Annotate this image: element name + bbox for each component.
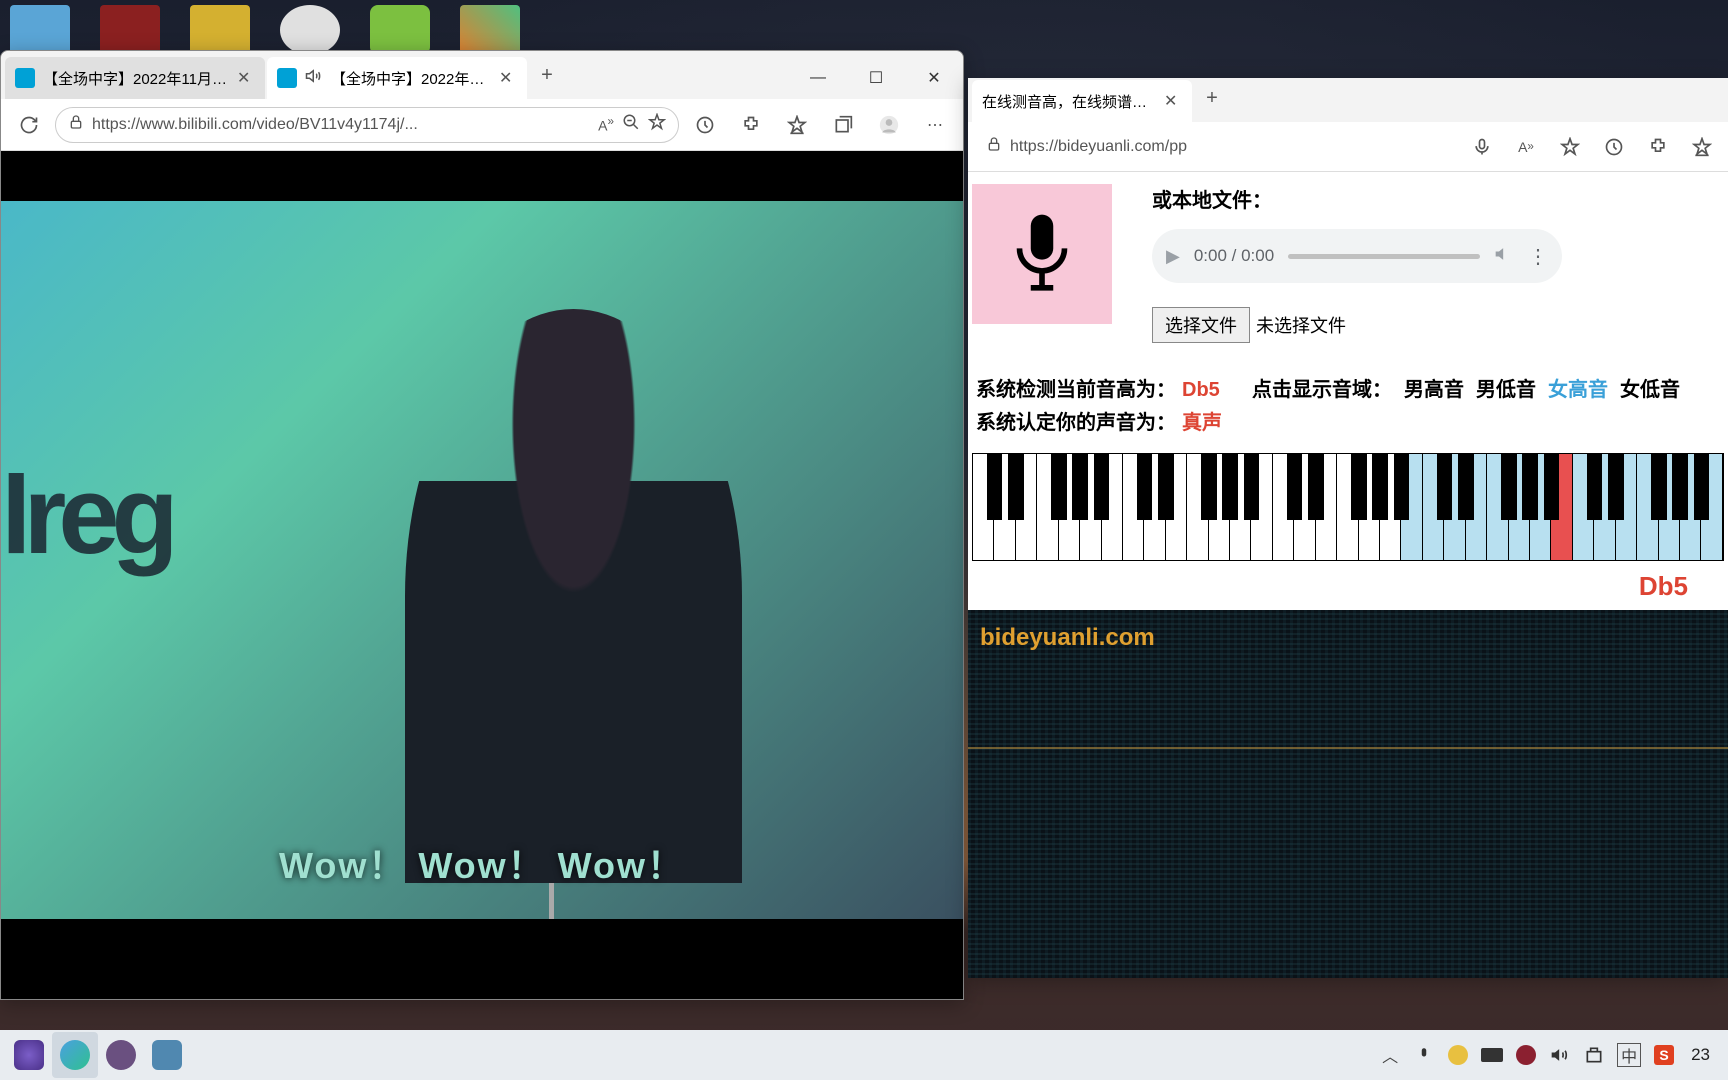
browser-tab-active[interactable]: 在线测音高，在线频谱图， ✕ — [972, 80, 1192, 122]
choose-file-button[interactable]: 选择文件 — [1152, 307, 1250, 343]
audio-playing-icon[interactable] — [305, 67, 323, 89]
profile-icon[interactable] — [869, 105, 909, 145]
desktop-icons-top — [0, 5, 520, 55]
browser-tab-active[interactable]: 【全场中字】2022年11月12… ✕ — [267, 57, 527, 99]
close-tab-icon[interactable]: ✕ — [1164, 91, 1182, 111]
detect-pitch-label: 系统检测当前音高为： — [976, 379, 1176, 401]
video-player[interactable]: lreg Wow！ Wow！ Wow！ — [1, 201, 963, 919]
minimize-button[interactable]: — — [789, 57, 847, 99]
titlebar: 【全场中字】2022年11月12日六… ✕ 【全场中字】2022年11月12… … — [1, 51, 963, 99]
tray-ime-icon[interactable]: 中 — [1617, 1043, 1641, 1067]
range-option[interactable]: 男低音 — [1476, 373, 1536, 402]
bilibili-favicon — [15, 68, 35, 88]
taskbar-app[interactable] — [98, 1032, 144, 1078]
audio-time: 0:00 / 0:00 — [1194, 246, 1274, 266]
extensions-icon[interactable] — [1638, 127, 1678, 167]
lock-icon — [68, 114, 84, 135]
favorite-icon[interactable] — [1550, 127, 1590, 167]
address-bar[interactable]: https://www.bilibili.com/video/BV11v4y11… — [55, 107, 679, 143]
url-text: https://www.bilibili.com/video/BV11v4y11… — [92, 116, 590, 134]
video-subtitle: Wow！ Wow！ Wow！ — [1, 837, 963, 889]
titlebar: 在线测音高，在线频谱图， ✕ + — [968, 78, 1728, 122]
bilibili-favicon — [277, 68, 297, 88]
play-button[interactable]: ▶ — [1166, 246, 1180, 267]
close-window-button[interactable]: ✕ — [905, 57, 963, 99]
range-option[interactable]: 男高音 — [1404, 373, 1464, 402]
stage-backdrop-text: lreg — [1, 452, 171, 579]
spectrogram: bideyuanli.com — [968, 610, 1728, 978]
range-option[interactable]: 女低音 — [1620, 373, 1680, 402]
piano-keyboard[interactable] — [972, 453, 1724, 561]
tray-volume-icon[interactable] — [1549, 1044, 1571, 1066]
spectrogram-brand: bideyuanli.com — [980, 624, 1155, 652]
volume-icon[interactable] — [1494, 244, 1514, 269]
range-option-selected[interactable]: 女高音 — [1548, 373, 1608, 402]
url-text: https://bideyuanli.com/pp — [1010, 138, 1446, 156]
close-tab-icon[interactable]: ✕ — [237, 68, 255, 88]
extensions-icon[interactable] — [731, 105, 771, 145]
taskbar-app-edge[interactable] — [52, 1032, 98, 1078]
tray-network-icon[interactable] — [1583, 1044, 1605, 1066]
tray-sogou-icon[interactable]: S — [1653, 1044, 1675, 1066]
desktop-icon[interactable] — [280, 5, 340, 55]
detect-pitch-value: Db5 — [1182, 379, 1220, 401]
start-button[interactable] — [6, 1032, 52, 1078]
desktop-icon[interactable] — [190, 5, 250, 55]
browser-window-right: 在线测音高，在线频谱图， ✕ + https://bideyuanli.com/… — [968, 78, 1728, 978]
page-content: 或本地文件： ▶ 0:00 / 0:00 ⋮ 选择文件 未选择文件 系统检测当前… — [968, 172, 1728, 978]
address-bar[interactable]: https://bideyuanli.com/pp — [974, 129, 1458, 165]
maximize-button[interactable]: ☐ — [847, 57, 905, 99]
local-file-label: 或本地文件： — [1152, 184, 1728, 213]
tray-mic-icon[interactable] — [1413, 1044, 1435, 1066]
tray-chevron-icon[interactable]: ︿ — [1379, 1044, 1401, 1066]
menu-button[interactable]: ⋯ — [915, 105, 955, 145]
detect-voice-label: 系统认定你的声音为： — [976, 412, 1176, 434]
audio-player[interactable]: ▶ 0:00 / 0:00 ⋮ — [1152, 229, 1562, 283]
microphone-input-button[interactable] — [972, 184, 1112, 324]
browser-tab[interactable]: 【全场中字】2022年11月12日六… ✕ — [5, 57, 265, 99]
desktop-icon[interactable] — [460, 5, 520, 55]
tab-title: 在线测音高，在线频谱图， — [982, 91, 1156, 112]
tab-title: 【全场中字】2022年11月12日六… — [43, 68, 229, 89]
system-tray: ︿ 中 S 23 — [1379, 1043, 1722, 1067]
reader-mode-icon[interactable]: A» — [1506, 127, 1546, 167]
favorites-bar-icon[interactable] — [1682, 127, 1722, 167]
voice-search-icon[interactable] — [1462, 127, 1502, 167]
close-tab-icon[interactable]: ✕ — [499, 68, 517, 88]
browser-window-left: 【全场中字】2022年11月12日六… ✕ 【全场中字】2022年11月12… … — [0, 50, 964, 1000]
lock-icon — [986, 136, 1002, 157]
tray-battery-icon[interactable] — [1481, 1044, 1503, 1066]
address-bar-row: https://www.bilibili.com/video/BV11v4y11… — [1, 99, 963, 151]
audio-menu-icon[interactable]: ⋮ — [1528, 244, 1548, 269]
toolbar-icon[interactable] — [685, 105, 725, 145]
favorites-bar-icon[interactable] — [777, 105, 817, 145]
tray-app-icon[interactable] — [1515, 1044, 1537, 1066]
desktop-icon[interactable] — [10, 5, 70, 55]
range-label: 点击显示音域： — [1252, 373, 1392, 402]
video-content: lreg Wow！ Wow！ Wow！ — [1, 151, 963, 999]
detect-voice-value: 真声 — [1182, 412, 1222, 434]
zoom-icon[interactable] — [622, 113, 640, 136]
new-tab-button[interactable]: + — [529, 57, 565, 93]
toolbar-icon[interactable] — [1594, 127, 1634, 167]
tab-title: 【全场中字】2022年11月12… — [331, 68, 491, 89]
collections-icon[interactable] — [823, 105, 863, 145]
taskbar-app[interactable] — [144, 1032, 190, 1078]
taskbar-clock[interactable]: 23 — [1687, 1045, 1714, 1065]
reader-mode-icon[interactable]: A» — [598, 115, 614, 134]
no-file-text: 未选择文件 — [1256, 312, 1346, 338]
desktop-icon[interactable] — [100, 5, 160, 55]
desktop-icon[interactable] — [370, 5, 430, 55]
tray-app-icon[interactable] — [1447, 1044, 1469, 1066]
favorite-icon[interactable] — [648, 113, 666, 136]
refresh-button[interactable] — [9, 105, 49, 145]
audio-progress[interactable] — [1288, 254, 1480, 259]
keyboard-note-label: Db5 — [972, 571, 1688, 602]
new-tab-button[interactable]: + — [1194, 80, 1230, 116]
address-bar-row: https://bideyuanli.com/pp A» — [968, 122, 1728, 172]
taskbar: ︿ 中 S 23 — [0, 1030, 1728, 1080]
